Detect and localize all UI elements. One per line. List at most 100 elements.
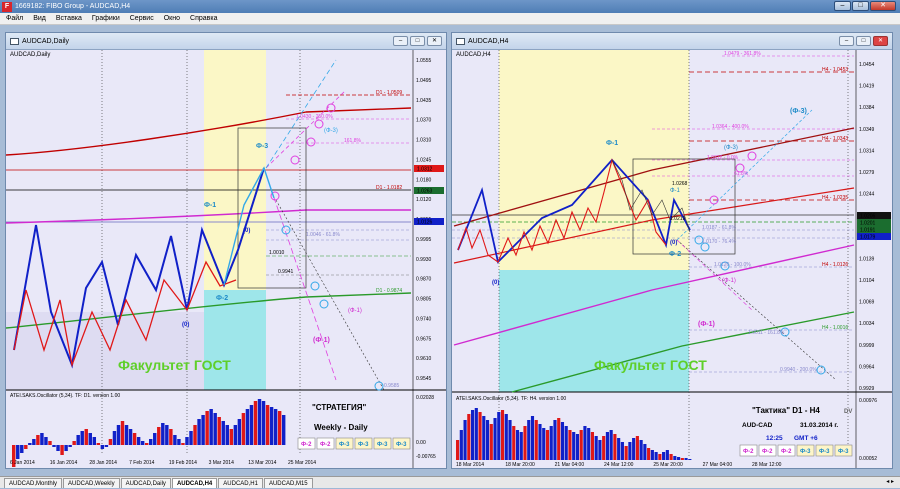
osc-tick: 0.02028 (416, 395, 434, 401)
price-badge-label: 1.0191 (860, 228, 876, 234)
target-circle (747, 151, 757, 161)
oscillator-bar (116, 425, 121, 445)
price-badge-label: 1.0126 (417, 220, 433, 226)
oscillator-bar (628, 442, 632, 460)
wave-label: (Ф-1) (722, 278, 736, 284)
menu-view[interactable]: Вид (33, 15, 46, 22)
oscillator-bar (140, 441, 145, 445)
oscillator-bars-daily (12, 399, 286, 467)
chart-tabs: AUDCAD,Monthly AUDCAD,Weekly AUDCAD,Dail… (0, 476, 900, 488)
maximize-button[interactable]: □ (852, 1, 869, 11)
price-tick: 1.0349 (859, 127, 875, 133)
chart-restore-button[interactable]: □ (856, 36, 871, 46)
oscillator-bar (60, 445, 64, 455)
tab-scroll-arrows-icon[interactable]: ◂ ▸ (886, 478, 894, 485)
date-tick: 7 Feb 2014 (129, 460, 155, 466)
oscillator-bar (112, 431, 117, 445)
price-tick: 1.0120 (416, 197, 432, 203)
oscillator-bar (504, 414, 508, 460)
app-logo-icon: F (2, 1, 12, 12)
oscillator-bar (643, 444, 647, 460)
oscillator-bar (508, 420, 512, 460)
price-badge-label: 1.0263 (417, 189, 433, 195)
chart-workspace: AUDCAD,Daily – □ ✕ 1.0555 1.0495 1.0435 … (0, 25, 900, 476)
chart-restore-button[interactable]: □ (410, 36, 425, 46)
oscillator-bar (201, 415, 205, 445)
oscillator-bar (120, 421, 125, 445)
chart-window-titlebar[interactable]: AUDCAD,H4 – □ ✕ (452, 33, 892, 50)
chart-close-button[interactable]: ✕ (427, 36, 442, 46)
price-tick: 0.9929 (859, 386, 875, 392)
chart-window-daily[interactable]: AUDCAD,Daily – □ ✕ 1.0555 1.0495 1.0435 … (5, 32, 447, 469)
oscillator-gmt: GMT +6 (794, 435, 818, 442)
close-button[interactable]: ✕ (870, 1, 896, 11)
oscillator-bar (579, 430, 583, 460)
level-label: 1.0430 - 250.0% (296, 114, 333, 120)
tab-h4[interactable]: AUDCAD,H4 (171, 478, 218, 488)
price-tick: 0.9870 (416, 277, 432, 283)
level-label: 1.0126 - 100.0% (714, 262, 751, 268)
oscillator-bar (489, 424, 493, 460)
chart-minimize-button[interactable]: – (839, 36, 854, 46)
phase-button-label: Ф-3 (339, 442, 350, 448)
oscillator-bar (20, 445, 24, 453)
level-label: H4 - 1.0235 (822, 195, 848, 201)
tab-m15[interactable]: AUDCAD,M15 (263, 478, 313, 488)
menu-insert[interactable]: Вставка (56, 15, 82, 22)
menu-file[interactable]: Файл (6, 15, 23, 22)
oscillator-bar (161, 423, 165, 445)
price-tick: 1.0495 (416, 78, 432, 84)
oscillator-bar (257, 399, 262, 445)
menu-help[interactable]: Справка (190, 15, 217, 22)
oscillator-date: 31.03.2014 г. (800, 422, 838, 429)
phase-button-label: Ф-2 (743, 449, 754, 455)
chart-window-titlebar[interactable]: AUDCAD,Daily – □ ✕ (6, 33, 446, 50)
date-tick: 18 Mar 20:00 (505, 462, 535, 468)
chart-close-button[interactable]: ✕ (873, 36, 888, 46)
oscillator-bar (467, 414, 471, 460)
phase-button-label: Ф-2 (320, 442, 331, 448)
oscillator-bar (265, 405, 270, 445)
price-chart-h4[interactable]: 1.0454 1.0419 1.0384 1.0349 1.0314 1.0279 1.02… (452, 50, 892, 468)
oscillator-label: ATEI.SAKS.Oscillator (5,34). TF: D1. ver… (10, 393, 120, 399)
oscillator-time: 12:25 (766, 435, 783, 442)
menu-charts[interactable]: Графики (92, 15, 120, 22)
tab-weekly[interactable]: AUDCAD,Weekly (63, 478, 120, 488)
target-circle (816, 365, 826, 375)
price-tick: 0.9930 (416, 257, 432, 263)
tab-monthly[interactable]: AUDCAD,Monthly (4, 478, 63, 488)
menu-tools[interactable]: Сервис (130, 15, 154, 22)
menu-window[interactable]: Окно (164, 15, 180, 22)
oscillator-bar (684, 458, 688, 460)
wave-label: Ф-1 (204, 202, 216, 209)
wave-label: (0) (492, 280, 499, 286)
oscillator-bar (100, 445, 105, 449)
oscillator-bar (635, 436, 639, 460)
chart-symbol-label: AUDCAD,Daily (10, 52, 51, 58)
tab-daily[interactable]: AUDCAD,Daily (120, 478, 171, 488)
osc-tick: 0.00976 (859, 398, 877, 404)
oscillator-bar (673, 456, 677, 460)
level-label: H4 - 1.0016 (822, 325, 848, 331)
price-tick: 1.0244 (859, 192, 875, 198)
chart-symbol-label: AUDCAD,H4 (456, 52, 491, 58)
oscillator-bar (538, 424, 542, 460)
tab-h1[interactable]: AUDCAD,H1 (218, 478, 263, 488)
oscillator-bar (456, 440, 460, 460)
price-chart-daily[interactable]: 1.0555 1.0495 1.0435 1.0370 1.0310 1.0245 1.01… (6, 50, 446, 468)
oscillator-bar (497, 412, 501, 460)
app-title: 1669182: FIBO Group - AUDCAD,H4 (15, 3, 131, 10)
app-titlebar: F 1669182: FIBO Group - AUDCAD,H4 – □ ✕ (0, 0, 900, 13)
wave-label: Ф-1 (606, 140, 618, 147)
minimize-button[interactable]: – (834, 1, 851, 11)
oscillator-bar (88, 433, 92, 445)
target-circle (319, 299, 329, 309)
oscillator-bar (32, 439, 36, 445)
date-tick: 18 Mar 2014 (456, 462, 484, 468)
price-badge-label: 1.0179 (860, 235, 876, 241)
chart-minimize-button[interactable]: – (393, 36, 408, 46)
phase-button-label: Ф-3 (358, 442, 369, 448)
oscillator-bar (185, 437, 189, 445)
chart-window-h4[interactable]: AUDCAD,H4 – □ ✕ 1.0454 1.0419 1.0384 1.0… (451, 32, 893, 469)
price-tick: 0.9545 (416, 376, 432, 382)
